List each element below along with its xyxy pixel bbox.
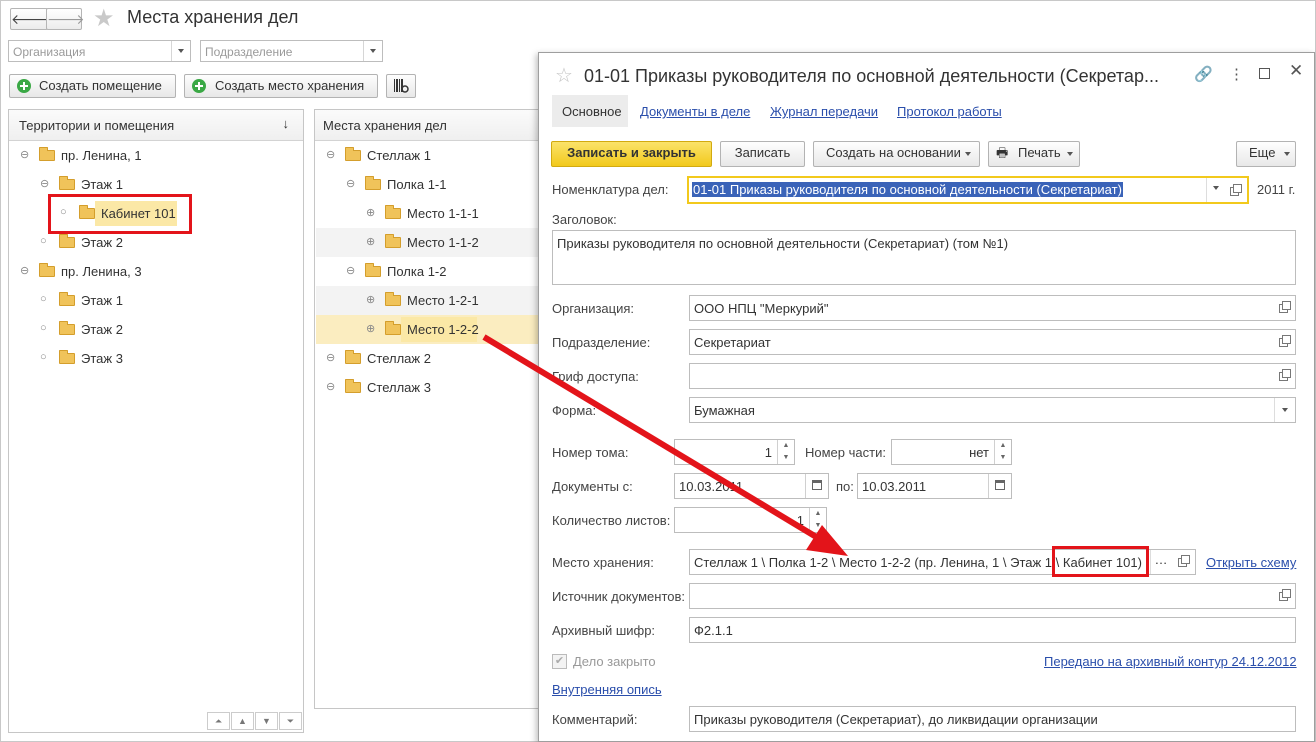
annotation-arrow-head (806, 525, 848, 556)
annotation-arrow (482, 334, 848, 556)
annotation-arrow-line (482, 334, 820, 541)
